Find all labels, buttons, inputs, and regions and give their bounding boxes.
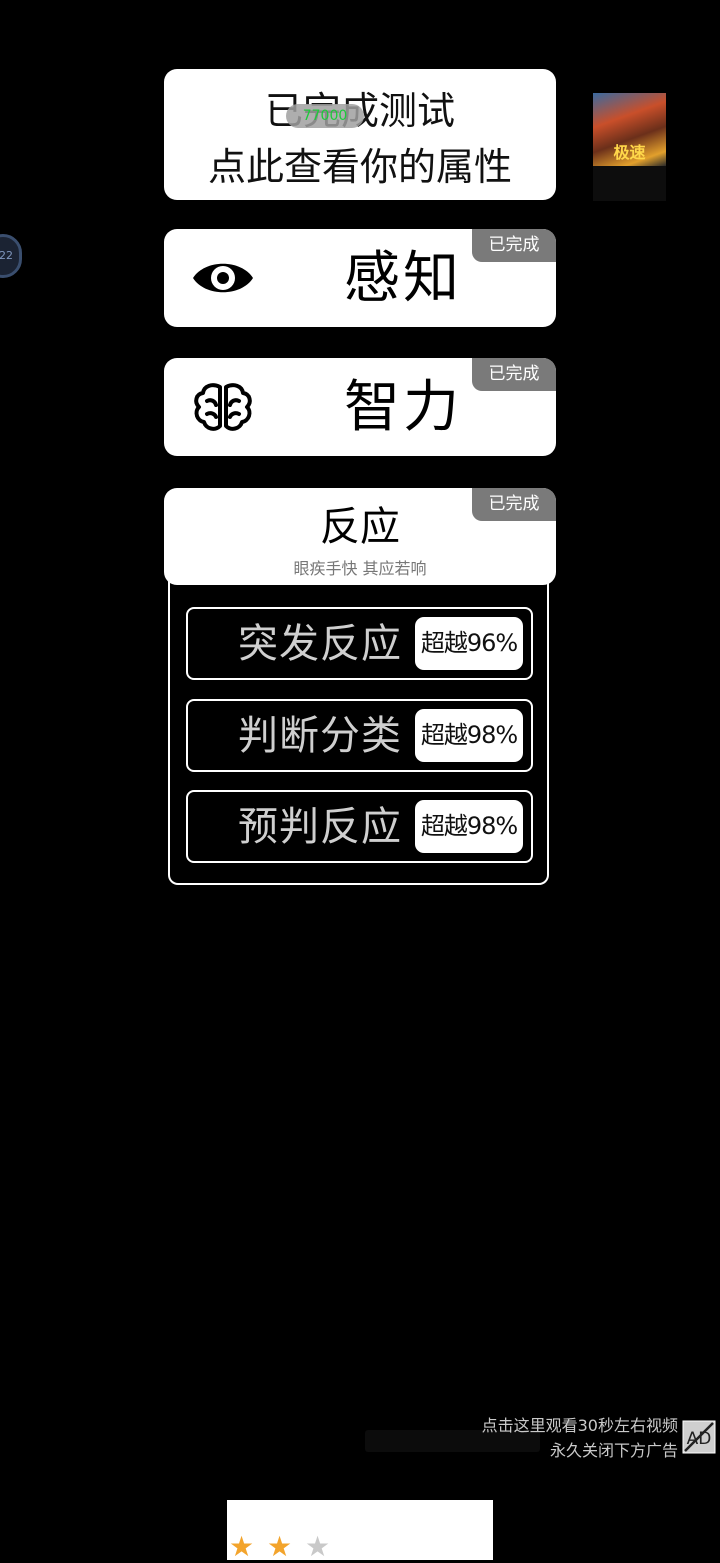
- rating-stars: ★ ★ ★: [229, 1532, 332, 1562]
- view-attributes-card[interactable]: 已完成测试 77000 点此查看你的属性: [164, 69, 556, 200]
- intellect-card[interactable]: 智力 已完成: [164, 358, 556, 456]
- subtest-sudden-reaction[interactable]: 突发反应 超越96%: [186, 607, 533, 680]
- perception-title: 感知: [344, 246, 462, 311]
- subtest-label: 预判反应: [238, 804, 402, 850]
- reaction-card[interactable]: 反应 眼疾手快 其应若响 已完成: [164, 488, 556, 585]
- subtest-score: 超越98%: [415, 800, 523, 853]
- reaction-subtitle: 眼疾手快 其应若响: [293, 559, 427, 578]
- remove-ad-line2: 永久关闭下方广告: [549, 1441, 678, 1460]
- bottom-banner-ad[interactable]: ★ ★ ★: [227, 1500, 493, 1562]
- completed-badge: 已完成: [472, 358, 556, 391]
- summary-subtitle: 点此查看你的属性: [207, 145, 512, 189]
- ad-close-icon[interactable]: AD: [682, 1420, 716, 1454]
- remove-ad-line1: 点击这里观看30秒左右视频: [481, 1416, 678, 1435]
- intellect-title: 智力: [344, 375, 462, 440]
- completed-badge: 已完成: [472, 229, 556, 262]
- ad-thumbnail[interactable]: 极速: [593, 93, 666, 201]
- perception-card[interactable]: 感知 已完成: [164, 229, 556, 327]
- ad-thumbnail-text: 极速: [613, 143, 646, 162]
- completed-badge: 已完成: [472, 488, 556, 521]
- brain-icon: [194, 383, 252, 431]
- subtest-anticipation[interactable]: 预判反应 超越98%: [186, 790, 533, 863]
- overlay-pill: 77000: [286, 104, 364, 128]
- subtest-label: 判断分类: [238, 713, 402, 759]
- star-icon: ★: [229, 1530, 257, 1563]
- star-icon: ★: [305, 1530, 333, 1563]
- subtest-classification[interactable]: 判断分类 超越98%: [186, 699, 533, 772]
- floating-bubble[interactable]: 22: [0, 234, 22, 278]
- remove-ad-prompt[interactable]: 点击这里观看30秒左右视频 永久关闭下方广告: [482, 1413, 678, 1463]
- subtest-score: 超越98%: [415, 709, 523, 762]
- eye-icon: [193, 263, 253, 293]
- subtest-label: 突发反应: [238, 621, 402, 667]
- star-icon: ★: [267, 1530, 295, 1563]
- subtest-score: 超越96%: [415, 617, 523, 670]
